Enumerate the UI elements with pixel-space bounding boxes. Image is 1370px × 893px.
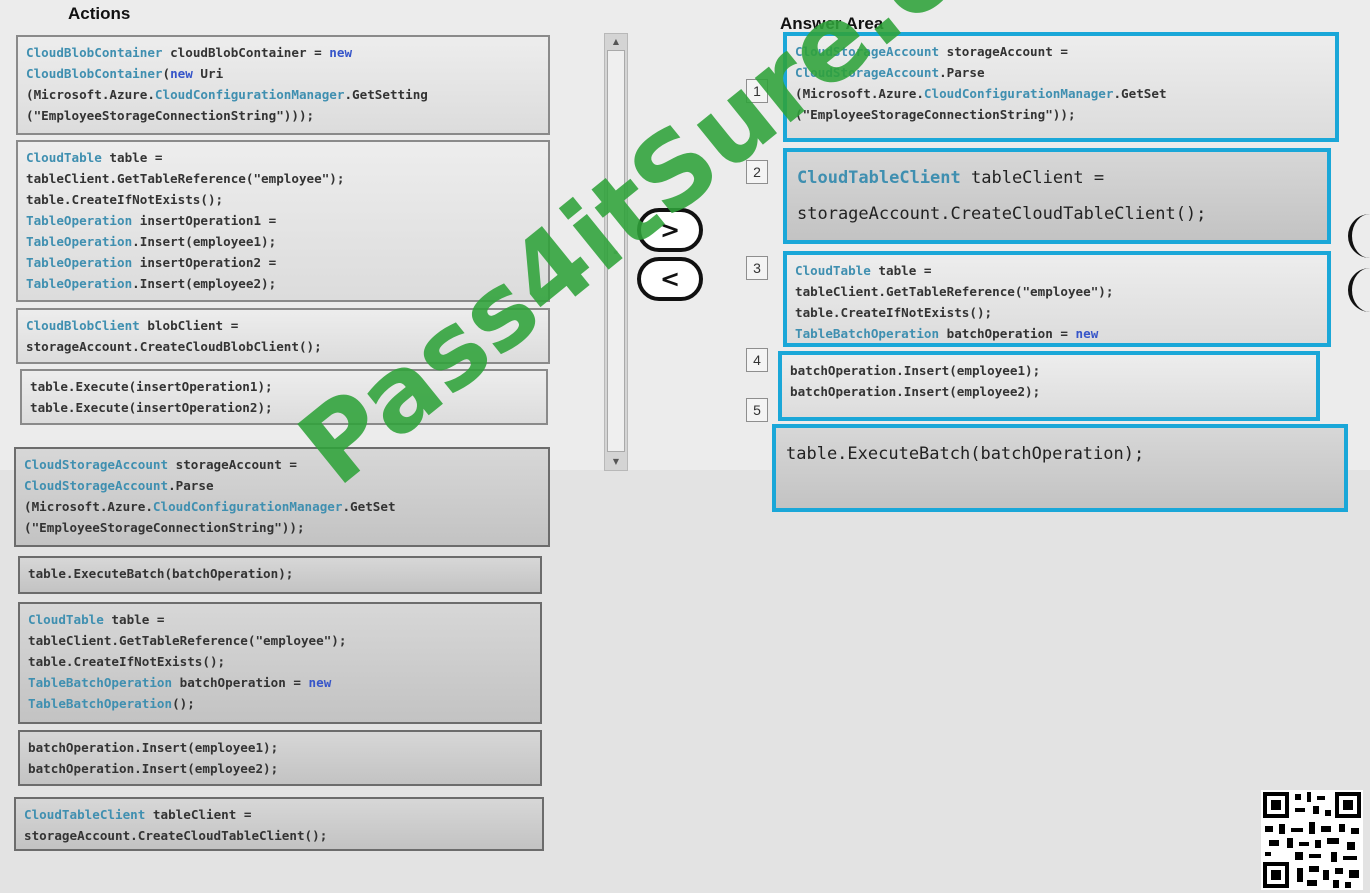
action-item[interactable]: CloudStorageAccount storageAccount = Clou…: [14, 447, 550, 547]
slot-number-3: 3: [746, 256, 768, 280]
code-line: table.ExecuteBatch(batchOperation);: [28, 566, 294, 581]
qr-code-icon: [1261, 790, 1363, 890]
grip-icon: ≡: [613, 249, 619, 256]
code-line: table.Execute(insertOperation1);: [30, 379, 273, 394]
action-item[interactable]: CloudTable table = tableClient.GetTableRe…: [18, 602, 542, 724]
action-item[interactable]: batchOperation.Insert(employee1); batchOp…: [18, 730, 542, 786]
code-line: table.Execute(insertOperation2);: [30, 400, 273, 415]
code-line: storageAccount.CreateCloudTableClient();: [797, 204, 1207, 224]
code-line: CloudBlobClient blobClient =: [26, 318, 239, 333]
chevron-right-icon: >: [659, 216, 681, 244]
code-line: TableBatchOperation batchOperation = new: [28, 675, 332, 690]
code-line: TableBatchOperation();: [795, 344, 1319, 347]
code-line: tableClient.GetTableReference("employee"…: [26, 171, 345, 186]
answer-area-heading: Answer Area: [780, 14, 884, 33]
code-line: tableClient.GetTableReference("employee"…: [28, 633, 347, 648]
code-line: batchOperation.Insert(employee2);: [28, 761, 279, 776]
code-line: table.CreateIfNotExists();: [795, 305, 993, 320]
action-item[interactable]: CloudTable table = tableClient.GetTableRe…: [16, 140, 550, 302]
code-line: CloudStorageAccount.Parse: [795, 65, 985, 80]
code-line: TableOperation.Insert(employee2);: [26, 276, 277, 291]
code-line: batchOperation.Insert(employee1);: [790, 363, 1041, 378]
scroll-up-icon[interactable]: ▲: [605, 35, 627, 49]
actions-heading: Actions: [68, 4, 131, 23]
code-line: CloudStorageAccount.Parse: [24, 478, 214, 493]
code-line: table.CreateIfNotExists();: [26, 192, 224, 207]
scroll-thumb[interactable]: ≡: [607, 50, 625, 452]
action-item[interactable]: table.Execute(insertOperation1); table.Ex…: [20, 369, 548, 425]
chevron-left-icon: <: [659, 265, 681, 293]
code-line: CloudTable table =: [26, 150, 163, 165]
code-line: tableClient.GetTableReference("employee"…: [795, 284, 1114, 299]
answer-slot[interactable]: CloudStorageAccount storageAccount = Clou…: [783, 32, 1339, 142]
code-line: CloudTableClient tableClient =: [797, 168, 1105, 188]
action-item[interactable]: table.ExecuteBatch(batchOperation);: [18, 556, 542, 594]
code-line: ("EmployeeStorageConnectionString"));: [795, 107, 1076, 122]
code-line: TableBatchOperation batchOperation = new: [795, 326, 1099, 341]
code-line: TableBatchOperation();: [28, 696, 195, 711]
move-left-button[interactable]: <: [637, 257, 703, 301]
answer-slot[interactable]: CloudTableClient tableClient = storageAcc…: [783, 148, 1331, 244]
move-right-button[interactable]: >: [637, 208, 703, 252]
answer-slot[interactable]: CloudTable table = tableClient.GetTableRe…: [783, 251, 1331, 347]
code-line: TableOperation.Insert(employee1);: [26, 234, 277, 249]
code-line: TableOperation insertOperation1 =: [26, 213, 277, 228]
answer-slot[interactable]: table.ExecuteBatch(batchOperation);: [772, 424, 1348, 512]
code-line: table.CreateIfNotExists();: [28, 654, 226, 669]
code-line: ("EmployeeStorageConnectionString"));: [24, 520, 305, 535]
code-line: storageAccount.CreateCloudBlobClient();: [26, 339, 322, 354]
slot-number-5: 5: [746, 398, 768, 422]
action-item[interactable]: CloudBlobClient blobClient = storageAccou…: [16, 308, 550, 364]
actions-scrollbar[interactable]: ▲ ≡ ▼: [604, 33, 628, 471]
slot-number-2: 2: [746, 160, 768, 184]
code-line: (Microsoft.Azure.CloudConfigurationManag…: [795, 86, 1167, 101]
code-line: CloudTable table =: [28, 612, 165, 627]
code-line: batchOperation.Insert(employee2);: [790, 384, 1041, 399]
action-item[interactable]: CloudBlobContainer cloudBlobContainer = …: [16, 35, 550, 135]
scroll-down-icon[interactable]: ▼: [605, 455, 627, 469]
code-line: TableOperation insertOperation2 =: [26, 255, 277, 270]
code-line: table.ExecuteBatch(batchOperation);: [786, 444, 1145, 464]
code-line: CloudBlobContainer cloudBlobContainer = …: [26, 45, 353, 60]
slot-number-4: 4: [746, 348, 768, 372]
code-line: CloudTable table =: [795, 263, 932, 278]
code-line: CloudTableClient tableClient =: [24, 807, 252, 822]
code-line: batchOperation.Insert(employee1);: [28, 740, 279, 755]
action-item[interactable]: CloudTableClient tableClient = storageAcc…: [14, 797, 544, 851]
code-line: CloudStorageAccount storageAccount =: [795, 44, 1068, 59]
code-line: CloudStorageAccount storageAccount =: [24, 457, 297, 472]
slot-number-1: 1: [746, 79, 768, 103]
code-line: CloudBlobContainer(new Uri: [26, 66, 224, 81]
code-line: (Microsoft.Azure.CloudConfigurationManag…: [24, 499, 396, 514]
code-line: ("EmployeeStorageConnectionString")));: [26, 108, 315, 123]
answer-slot[interactable]: batchOperation.Insert(employee1); batchOp…: [778, 351, 1320, 421]
code-line: (Microsoft.Azure.CloudConfigurationManag…: [26, 87, 428, 102]
code-line: storageAccount.CreateCloudTableClient();: [24, 828, 328, 843]
